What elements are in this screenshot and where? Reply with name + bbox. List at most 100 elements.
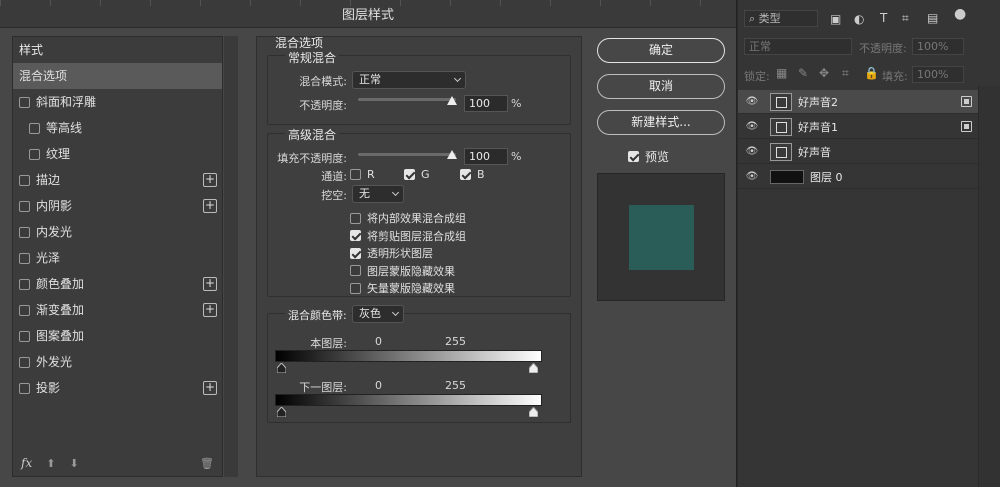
lock-all-icon[interactable]: 🔒 xyxy=(864,66,879,80)
move-down-icon[interactable]: ⬇ xyxy=(69,457,78,470)
lock-paint-icon[interactable]: ✎ xyxy=(798,66,808,80)
lock-position-icon[interactable]: ✥ xyxy=(819,66,829,80)
checkbox-icon[interactable] xyxy=(19,356,30,368)
layer-row[interactable]: 👁 好声音2 xyxy=(738,90,978,114)
layer-filter-select[interactable]: ⌕ 类型 xyxy=(744,10,818,27)
style-item[interactable]: 内阴影 + xyxy=(13,193,222,219)
blend-if-value: 灰色 xyxy=(359,307,381,320)
fill-opacity-slider[interactable] xyxy=(358,153,456,156)
add-effect-icon[interactable]: + xyxy=(203,381,217,395)
advanced-option-label: 将内部效果混合成组 xyxy=(367,212,466,225)
smart-object-icon xyxy=(961,96,972,107)
layer-name[interactable]: 图层 0 xyxy=(810,169,843,185)
style-item[interactable]: 混合选项 xyxy=(13,63,222,89)
add-effect-icon[interactable]: + xyxy=(203,303,217,317)
style-item[interactable]: 内发光 xyxy=(13,219,222,245)
preview-checkbox[interactable]: 预览 xyxy=(628,148,669,165)
smart-object-filter-icon[interactable]: ▤ xyxy=(927,11,938,25)
channel-r-checkbox[interactable]: R xyxy=(350,168,375,181)
style-item[interactable]: 图案叠加 xyxy=(13,323,222,349)
fx-menu-button[interactable]: fx xyxy=(21,456,32,470)
image-filter-icon[interactable]: ▣ xyxy=(830,12,841,26)
channel-b-checkbox[interactable]: B xyxy=(460,168,485,181)
layer-thumbnail xyxy=(770,142,792,161)
checkbox-icon[interactable] xyxy=(29,148,40,160)
eye-icon[interactable]: 👁 xyxy=(738,146,766,157)
cancel-button[interactable]: 取消 xyxy=(597,74,725,99)
blend-if-group xyxy=(267,313,571,423)
style-item[interactable]: 斜面和浮雕 xyxy=(13,89,222,115)
underlying-layer-black-thumb[interactable] xyxy=(277,407,286,417)
checkbox-icon[interactable] xyxy=(19,278,30,290)
fill-opacity-slider-thumb[interactable] xyxy=(447,150,457,159)
advanced-option-checkbox[interactable]: 图层蒙版隐藏效果 xyxy=(350,263,455,279)
this-layer-black-thumb[interactable] xyxy=(277,363,286,373)
blend-if-select[interactable]: 灰色 xyxy=(352,305,404,323)
type-filter-icon[interactable]: T xyxy=(880,11,887,25)
knockout-select[interactable]: 无 xyxy=(352,185,404,203)
advanced-option-checkbox[interactable]: 将剪贴图层混合成组 xyxy=(350,228,466,244)
checkbox-icon[interactable] xyxy=(19,174,30,186)
channel-g-checkbox[interactable]: G xyxy=(404,168,430,181)
opacity-slider[interactable] xyxy=(358,98,456,101)
filter-toggle-icon[interactable]: ● xyxy=(954,6,966,22)
underlying-layer-white-thumb[interactable] xyxy=(529,407,538,417)
channel-g-label: G xyxy=(421,168,430,181)
checkbox-icon[interactable] xyxy=(19,96,30,108)
lock-transparent-icon[interactable]: ▦ xyxy=(776,66,787,80)
move-up-icon[interactable]: ⬆ xyxy=(46,457,55,470)
layer-name[interactable]: 好声音2 xyxy=(798,94,838,110)
checkbox-icon[interactable] xyxy=(19,226,30,238)
layer-row[interactable]: 👁 好声音 xyxy=(738,140,978,164)
layer-row[interactable]: 👁 好声音1 xyxy=(738,115,978,139)
style-item[interactable]: 渐变叠加 + xyxy=(13,297,222,323)
layer-name[interactable]: 好声音 xyxy=(798,144,831,160)
layers-scrollbar[interactable] xyxy=(978,86,1000,487)
add-effect-icon[interactable]: + xyxy=(203,199,217,213)
eye-icon[interactable]: 👁 xyxy=(738,171,766,182)
eye-icon[interactable]: 👁 xyxy=(738,121,766,132)
fill-opacity-input[interactable]: 100 xyxy=(464,148,508,165)
advanced-option-checkbox[interactable]: 将内部效果混合成组 xyxy=(350,210,466,226)
checkbox-icon[interactable] xyxy=(19,200,30,212)
opacity-input[interactable]: 100 xyxy=(464,95,508,112)
advanced-option-checkbox[interactable]: 矢量蒙版隐藏效果 xyxy=(350,280,455,296)
layer-name[interactable]: 好声音1 xyxy=(798,119,838,135)
style-item[interactable]: 投影 + xyxy=(13,375,222,401)
lock-artboard-icon[interactable]: ⌗ xyxy=(842,66,849,81)
style-item[interactable]: 描边 + xyxy=(13,167,222,193)
underlying-layer-gradient[interactable] xyxy=(275,394,542,406)
new-style-button[interactable]: 新建样式... xyxy=(597,110,725,135)
opacity-slider-thumb[interactable] xyxy=(447,96,457,105)
layer-opacity-input[interactable]: 100% xyxy=(912,38,964,55)
opacity-label: 不透明度: xyxy=(299,99,347,112)
this-layer-gradient[interactable] xyxy=(275,350,542,362)
layer-blend-mode-select[interactable]: 正常 xyxy=(744,38,852,55)
checkbox-icon[interactable] xyxy=(19,304,30,316)
dialog-titlebar[interactable]: 图层样式 xyxy=(0,0,736,28)
style-list-header[interactable]: 样式 xyxy=(13,37,222,63)
this-layer-white-thumb[interactable] xyxy=(529,363,538,373)
add-effect-icon[interactable]: + xyxy=(203,173,217,187)
style-item[interactable]: 外发光 xyxy=(13,349,222,375)
style-item[interactable]: 纹理 xyxy=(13,141,222,167)
trash-icon[interactable]: 🗑 xyxy=(200,457,214,470)
this-layer-label: 本图层: xyxy=(310,337,347,350)
shape-filter-icon[interactable]: ⌗ xyxy=(902,11,909,26)
checkbox-icon[interactable] xyxy=(29,122,40,134)
adjustment-filter-icon[interactable]: ◐ xyxy=(854,12,864,26)
layer-fill-input[interactable]: 100% xyxy=(912,66,964,83)
eye-icon[interactable]: 👁 xyxy=(738,96,766,107)
advanced-option-checkbox[interactable]: 透明形状图层 xyxy=(350,245,433,261)
blend-mode-select[interactable]: 正常 xyxy=(352,71,466,89)
checkbox-icon[interactable] xyxy=(19,252,30,264)
style-item[interactable]: 等高线 xyxy=(13,115,222,141)
add-effect-icon[interactable]: + xyxy=(203,277,217,291)
style-item[interactable]: 颜色叠加 + xyxy=(13,271,222,297)
checkbox-icon[interactable] xyxy=(19,330,30,342)
style-item[interactable]: 光泽 xyxy=(13,245,222,271)
checkbox-icon[interactable] xyxy=(19,382,30,394)
ok-button[interactable]: 确定 xyxy=(597,38,725,63)
layer-row[interactable]: 👁 图层 0 xyxy=(738,165,978,189)
style-list-scrollbar[interactable] xyxy=(224,36,238,477)
